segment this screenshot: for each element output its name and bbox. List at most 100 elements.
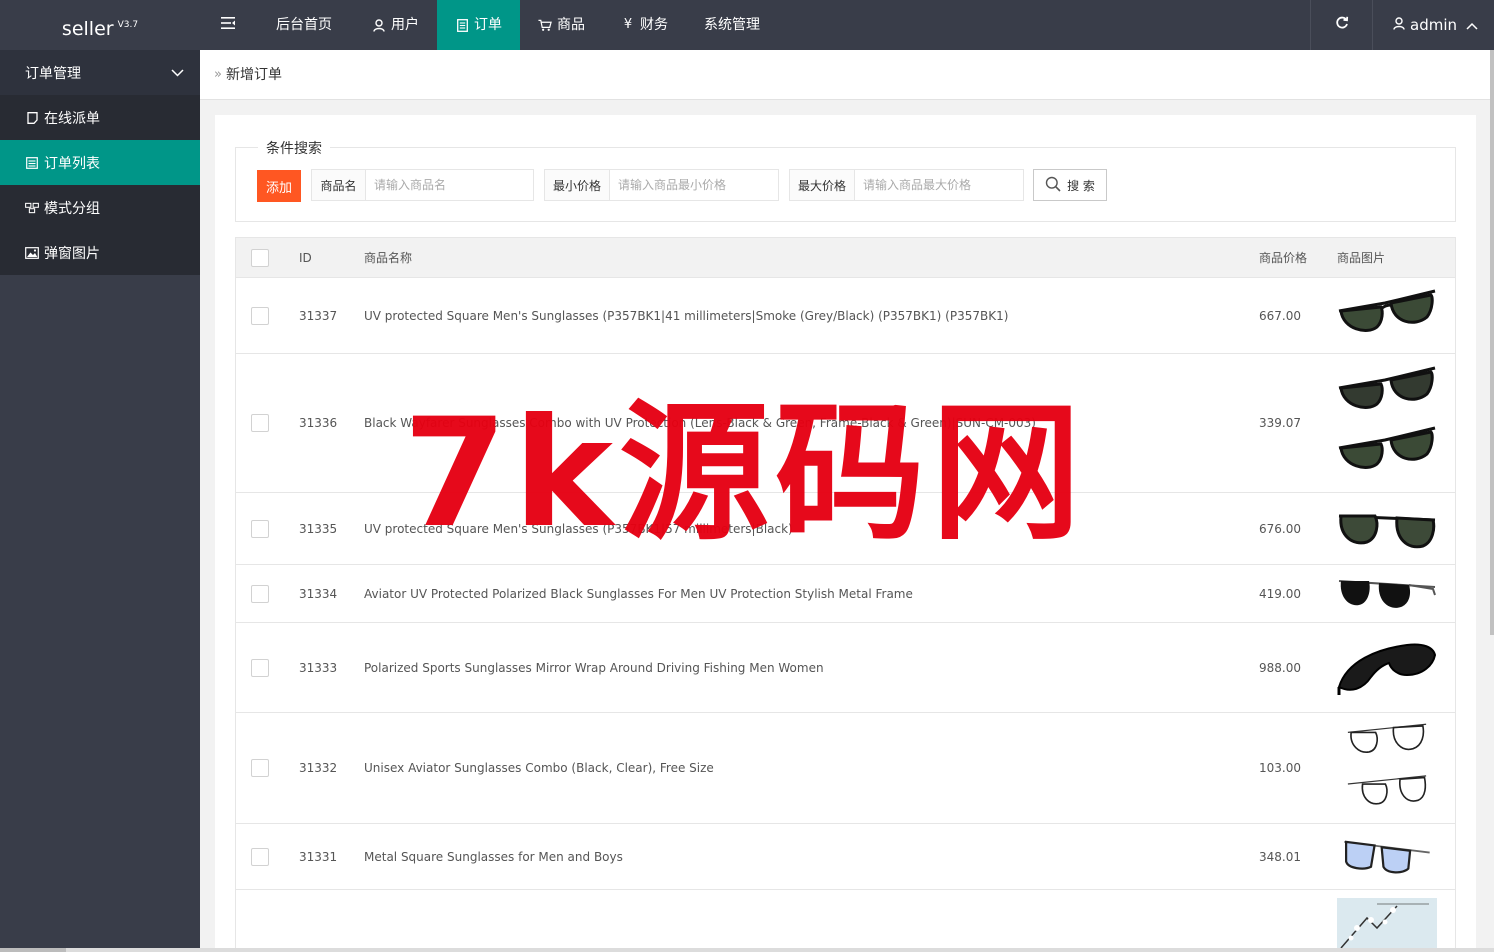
nav-order[interactable]: 订单 (437, 0, 520, 50)
nav-home[interactable]: 后台首页 (256, 0, 354, 50)
row-id: 31331 (299, 849, 338, 864)
menu-fold-icon (221, 0, 235, 50)
image-icon (25, 246, 39, 260)
chevron-down-icon (171, 65, 184, 81)
search-button[interactable]: 搜 索 (1033, 169, 1107, 201)
row-checkbox[interactable] (251, 658, 269, 677)
table-row[interactable]: 31334 Aviator UV Protected Polarized Bla… (236, 565, 1455, 623)
menu-toggle-button[interactable] (200, 0, 256, 50)
refresh-icon (1335, 16, 1349, 34)
tab-label: 新增订单 (225, 67, 282, 83)
product-image (1338, 289, 1436, 332)
min-price-label: 最小价格 (545, 170, 610, 200)
sidebar-item-label: 弹窗图片 (44, 245, 100, 262)
search-legend: 条件搜索 (258, 138, 330, 158)
row-name: UV protected Square Men's Sunglasses (P3… (364, 308, 1009, 323)
table-row[interactable]: 31331 Metal Square Sunglasses for Men an… (236, 824, 1455, 890)
search-button-label: 搜 索 (1067, 178, 1095, 193)
brand-version: V3.7 (117, 20, 139, 30)
row-price: 419.00 (1259, 586, 1301, 601)
nav-user-label: 用户 (391, 17, 419, 33)
nav-goods[interactable]: 商品 (520, 0, 603, 50)
search-icon (1045, 176, 1061, 195)
group-icon (25, 201, 39, 215)
sidebar-group-label: 订单管理 (25, 65, 81, 82)
row-checkbox[interactable] (251, 584, 269, 603)
row-price: 348.01 (1259, 849, 1301, 864)
nav-user[interactable]: 用户 (354, 0, 437, 50)
vertical-scrollbar[interactable] (1490, 50, 1494, 635)
row-price: 103.00 (1259, 761, 1301, 775)
min-price-input[interactable] (610, 170, 778, 200)
refresh-button[interactable] (1310, 0, 1372, 50)
product-image (1337, 898, 1437, 952)
max-price-label: 最大价格 (790, 170, 855, 200)
row-id: 31332 (299, 761, 338, 775)
select-all-checkbox[interactable] (251, 248, 269, 267)
sidebar-group-order[interactable]: 订单管理 (0, 50, 200, 95)
max-price-field: 最大价格 (789, 169, 1024, 201)
row-id: 31336 (299, 416, 338, 430)
row-checkbox[interactable] (251, 519, 269, 538)
product-image (1338, 579, 1436, 608)
row-price: 676.00 (1259, 521, 1301, 536)
nav-system[interactable]: 系统管理 (686, 0, 778, 50)
max-price-input[interactable] (855, 170, 1023, 200)
sidebar-item-label: 在线派单 (44, 110, 100, 127)
table-row[interactable]: 31336 Black Wayfarer Sunglasses Combo wi… (236, 354, 1455, 493)
sidebar-item-dispatch[interactable]: 在线派单 (0, 95, 200, 140)
row-checkbox[interactable] (251, 759, 269, 777)
table-row[interactable]: 31332 Unisex Aviator Sunglasses Combo (B… (236, 713, 1455, 824)
table-row[interactable] (236, 890, 1455, 952)
table-header: ID 商品名称 商品价格 商品图片 (236, 238, 1455, 278)
tab-new-order[interactable]: » 新增订单 (214, 50, 282, 100)
sidebar-item-order-list[interactable]: 订单列表 (0, 140, 200, 185)
sidebar-item-group[interactable]: 模式分组 (0, 185, 200, 230)
row-name: Unisex Aviator Sunglasses Combo (Black, … (364, 761, 714, 775)
list-icon (25, 156, 39, 170)
username: admin (1410, 16, 1457, 34)
header-price: 商品价格 (1259, 251, 1308, 265)
product-image (1338, 426, 1436, 469)
min-price-field: 最小价格 (544, 169, 779, 201)
nav-finance-label: 财务 (640, 17, 668, 33)
row-id: 31335 (299, 521, 338, 536)
row-checkbox[interactable] (251, 847, 269, 866)
header-id: ID (299, 250, 312, 265)
top-right-tools: admin (1310, 0, 1494, 50)
cart-icon (538, 18, 552, 32)
table-row[interactable]: 31337 UV protected Square Men's Sunglass… (236, 278, 1455, 354)
chevron-up-icon (1466, 16, 1478, 34)
top-nav: 后台首页 用户 订单 商品 ¥ 财务 系统管理 (200, 0, 778, 50)
brand-logo[interactable]: seller V3.7 (0, 0, 200, 50)
user-icon (1393, 16, 1405, 34)
nav-finance[interactable]: ¥ 财务 (603, 0, 686, 50)
product-image (1344, 840, 1430, 873)
row-name: Aviator UV Protected Polarized Black Sun… (364, 586, 913, 601)
row-checkbox[interactable] (251, 306, 269, 325)
user-menu[interactable]: admin (1372, 0, 1494, 50)
row-id: 31337 (299, 308, 338, 323)
nav-order-label: 订单 (474, 17, 502, 33)
product-image (1347, 775, 1427, 805)
document-icon (455, 18, 469, 32)
sidebar: 订单管理 在线派单 订单列表 模式分组 弹窗图片 (0, 50, 200, 952)
brand-name: seller (61, 18, 114, 40)
double-chevron-right-icon: » (214, 67, 222, 82)
horizontal-scrollbar[interactable] (0, 948, 1494, 952)
nav-system-label: 系统管理 (704, 17, 760, 33)
row-checkbox[interactable] (251, 414, 269, 432)
table-row[interactable]: 31333 Polarized Sports Sunglasses Mirror… (236, 623, 1455, 713)
search-fieldset: 条件搜索 添加 商品名 最小价格 最大价格 搜 索 (235, 138, 1456, 222)
row-price: 667.00 (1259, 308, 1301, 323)
horizontal-scrollbar-thumb[interactable] (0, 948, 66, 952)
product-name-input[interactable] (366, 170, 533, 200)
top-header: seller V3.7 后台首页 用户 订单 商品 ¥ 财务 系统管理 admi… (0, 0, 1494, 50)
product-table: ID 商品名称 商品价格 商品图片 31337 UV protected Squ… (235, 237, 1456, 952)
nav-goods-label: 商品 (557, 17, 585, 33)
content-card: 条件搜索 添加 商品名 最小价格 最大价格 搜 索 ID 商品名称 商品价格 商… (215, 115, 1476, 952)
add-button[interactable]: 添加 (257, 170, 301, 202)
table-row[interactable]: 31335 UV protected Square Men's Sunglass… (236, 493, 1455, 565)
sidebar-item-popup-image[interactable]: 弹窗图片 (0, 230, 200, 275)
row-name: Polarized Sports Sunglasses Mirror Wrap … (364, 660, 824, 675)
